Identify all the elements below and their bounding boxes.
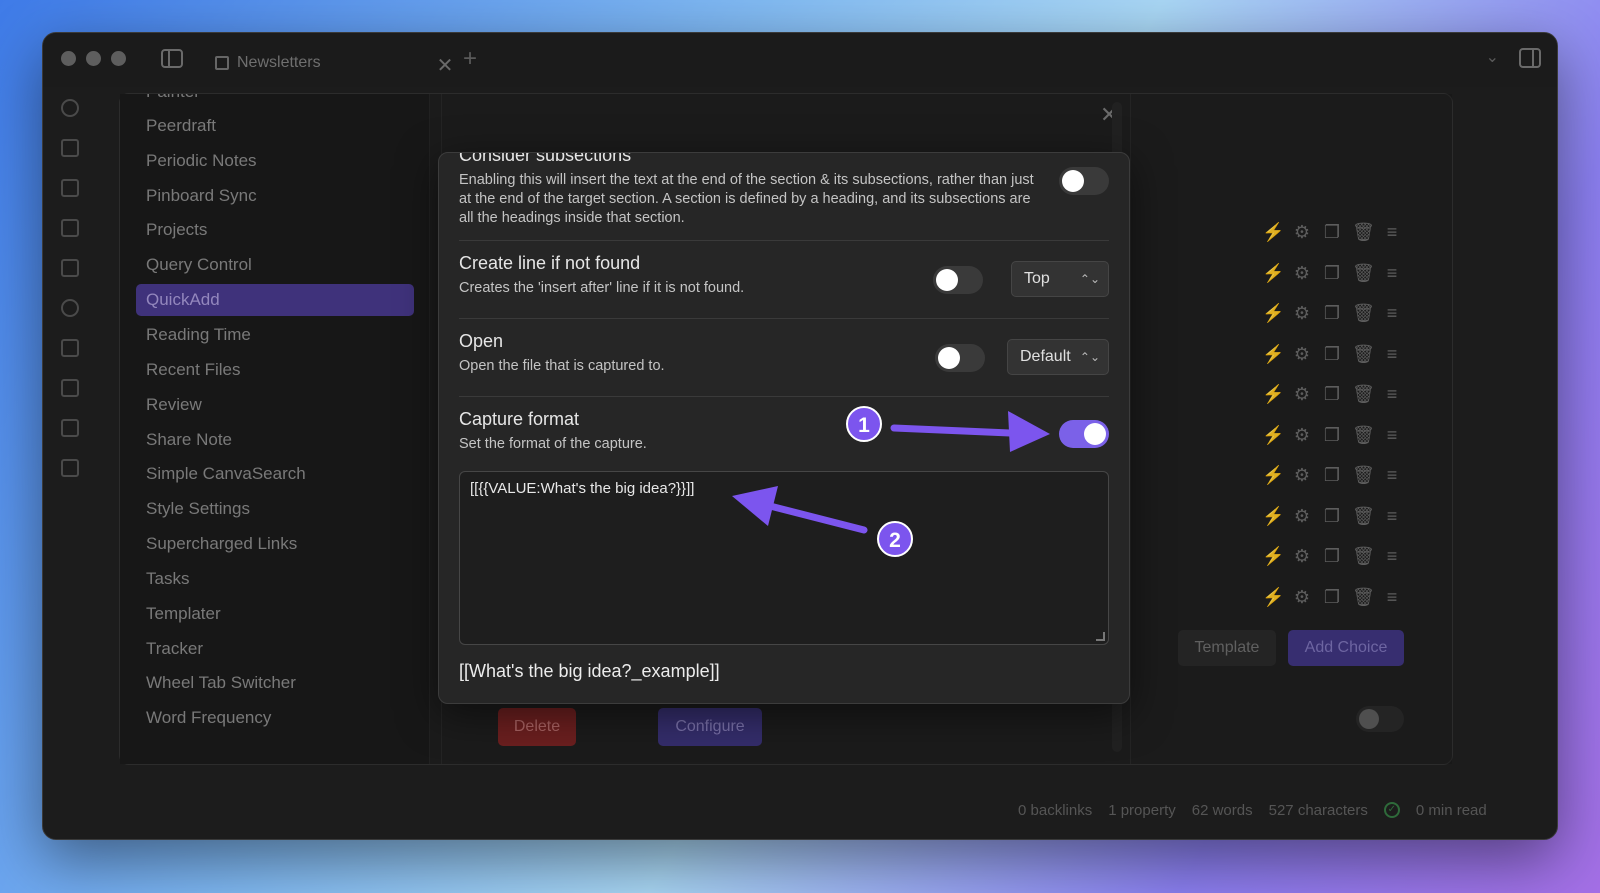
annotation-badge-2: 2 (877, 521, 913, 557)
arrow-1-head (1008, 411, 1050, 452)
arrow-2-shaft (766, 502, 868, 534)
annotation-badge-1: 1 (846, 406, 882, 442)
arrow-1-shaft (890, 424, 1014, 437)
annotation-arrows (732, 411, 1050, 534)
arrow-2-head (732, 486, 778, 526)
